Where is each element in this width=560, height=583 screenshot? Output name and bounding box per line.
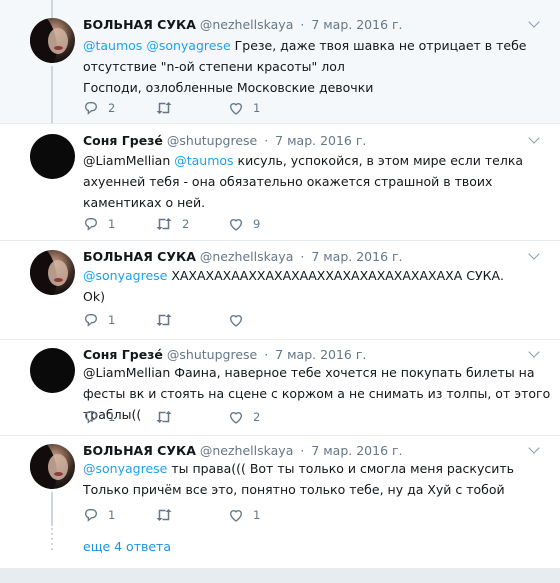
tweet-text: @taumos @sonyagrese Грезе, даже твоя шав… (83, 38, 527, 95)
bottom-separator (0, 568, 560, 583)
retweet-icon (156, 314, 172, 326)
retweet-icon (156, 411, 172, 423)
reply-button[interactable]: 1 (83, 408, 115, 426)
tweet-header: БОЛЬНАЯ СУКА @nezhellskaya · 7 мар. 2016… (83, 17, 403, 32)
timestamp[interactable]: 7 мар. 2016 г. (311, 17, 402, 32)
retweet-button[interactable] (155, 99, 182, 117)
reply-count: 1 (108, 313, 116, 327)
user-handle[interactable]: @nezhellskaya (200, 249, 293, 264)
timestamp[interactable]: 7 мар. 2016 г. (275, 133, 366, 148)
display-name[interactable]: Соня Грезé (83, 347, 163, 362)
avatar[interactable] (30, 18, 75, 63)
user-handle[interactable]: @nezhellskaya (200, 17, 293, 32)
reply-icon (84, 509, 98, 522)
reply-icon (84, 411, 98, 424)
avatar[interactable] (30, 444, 75, 489)
retweet-count: 2 (182, 217, 190, 231)
timestamp[interactable]: 7 мар. 2016 г. (311, 443, 402, 458)
tweet-text: @LiamMellian @taumos кисуль, успокойся, … (83, 153, 524, 210)
reply-button[interactable]: 1 (83, 311, 115, 329)
tweet-header: Соня Грезé @shutupgrese · 7 мар. 2016 г. (83, 133, 367, 148)
user-handle[interactable]: @nezhellskaya (200, 443, 293, 458)
retweet-icon (156, 218, 172, 230)
like-count: 2 (253, 410, 261, 424)
thread-line (51, 66, 53, 123)
tweet-header: БОЛЬНАЯ СУКА @nezhellskaya · 7 мар. 2016… (83, 249, 403, 264)
tweet-actions: 1 2 (83, 408, 283, 426)
reply-count: 2 (108, 101, 116, 115)
tweet-actions: 2 1 (83, 99, 283, 117)
thread-line (51, 0, 53, 18)
heart-icon (229, 412, 243, 424)
display-name[interactable]: БОЛЬНАЯ СУКА (83, 17, 196, 32)
reply-count: 1 (108, 410, 116, 424)
retweet-icon (156, 102, 172, 114)
reply-button[interactable]: 1 (83, 215, 115, 233)
like-count: 1 (253, 508, 261, 522)
avatar[interactable] (30, 250, 75, 295)
like-button[interactable]: 2 (228, 408, 260, 426)
retweet-button[interactable]: 2 (155, 215, 189, 233)
tweet-text: @sonyagrese ХАХАХАХААХХАХАХААХХАХАХАХАХА… (83, 268, 504, 304)
retweet-button[interactable] (155, 506, 182, 524)
tweet-text: @sonyagrese ты права((( Вот ты только и … (83, 461, 514, 497)
avatar[interactable] (30, 134, 75, 179)
like-count: 9 (253, 217, 261, 231)
avatar[interactable] (30, 348, 75, 393)
tweet-actions: 1 (83, 311, 283, 329)
retweet-button[interactable] (155, 311, 182, 329)
reply-icon (84, 102, 98, 115)
heart-icon (229, 103, 243, 115)
reply-icon (84, 218, 98, 231)
like-button[interactable]: 1 (228, 506, 260, 524)
display-name[interactable]: Соня Грезé (83, 133, 163, 148)
reply-count: 1 (108, 508, 116, 522)
mention-link[interactable]: @sonyagrese (83, 461, 167, 476)
tweet-header: Соня Грезé @shutupgrese · 7 мар. 2016 г. (83, 347, 367, 362)
reply-button[interactable]: 2 (83, 99, 115, 117)
display-name[interactable]: БОЛЬНАЯ СУКА (83, 249, 196, 264)
mention-link[interactable]: @LiamMellian (83, 153, 170, 168)
mention-link[interactable]: @sonyagrese (146, 38, 230, 53)
show-more-replies-link[interactable]: еще 4 ответа (83, 539, 171, 554)
mention-link[interactable]: @sonyagrese (83, 268, 167, 283)
tweet-header: БОЛЬНАЯ СУКА @nezhellskaya · 7 мар. 2016… (83, 443, 403, 458)
user-handle[interactable]: @shutupgrese (167, 133, 257, 148)
like-button[interactable] (228, 311, 253, 329)
mention-link[interactable]: @taumos (83, 38, 142, 53)
like-button[interactable]: 9 (228, 215, 260, 233)
user-handle[interactable]: @shutupgrese (167, 347, 257, 362)
retweet-button[interactable] (155, 408, 182, 426)
mention-link[interactable]: @taumos (174, 153, 233, 168)
like-count: 1 (253, 101, 261, 115)
display-name[interactable]: БОЛЬНАЯ СУКА (83, 443, 196, 458)
tweet-actions: 1 1 (83, 506, 283, 524)
timestamp[interactable]: 7 мар. 2016 г. (275, 347, 366, 362)
tweet-actions: 1 2 9 (83, 215, 283, 233)
reply-icon (84, 314, 98, 327)
mention-link[interactable]: @LiamMellian (83, 365, 170, 380)
heart-icon (229, 315, 243, 327)
thread-line (51, 492, 53, 526)
heart-icon (229, 219, 243, 231)
timestamp[interactable]: 7 мар. 2016 г. (311, 249, 402, 264)
reply-button[interactable]: 1 (83, 506, 115, 524)
retweet-icon (156, 509, 172, 521)
thread-dotted-line (51, 528, 53, 552)
reply-count: 1 (108, 217, 116, 231)
heart-icon (229, 510, 243, 522)
like-button[interactable]: 1 (228, 99, 260, 117)
